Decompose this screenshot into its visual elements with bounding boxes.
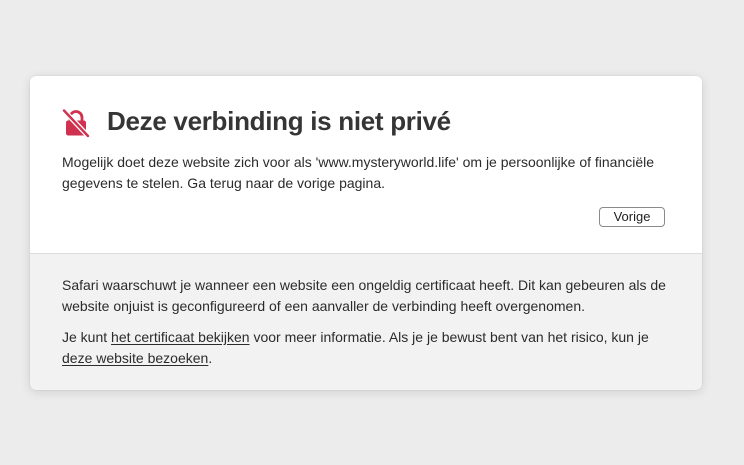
back-button[interactable]: Vorige: [599, 207, 665, 227]
warning-header-section: Deze verbinding is niet privé Mogelijk d…: [30, 76, 702, 254]
risk-paragraph: Je kunt het certificaat bekijken voor me…: [62, 327, 677, 369]
broken-lock-icon: [61, 108, 91, 138]
view-certificate-link[interactable]: het certificaat bekijken: [111, 329, 250, 345]
visit-website-link[interactable]: deze website bezoeken: [62, 350, 208, 366]
risk-text-start: Je kunt: [62, 329, 112, 345]
page-title: Deze verbinding is niet privé: [107, 106, 451, 136]
warning-description: Mogelijk doet deze website zich voor als…: [62, 154, 655, 191]
risk-text-middle: voor meer informatie. Als je je bewust b…: [249, 329, 649, 345]
risk-text-end: .: [208, 350, 213, 366]
certificate-explanation: Safari waarschuwt je wanneer een website…: [62, 277, 666, 314]
warning-card: Deze verbinding is niet privé Mogelijk d…: [30, 76, 702, 390]
